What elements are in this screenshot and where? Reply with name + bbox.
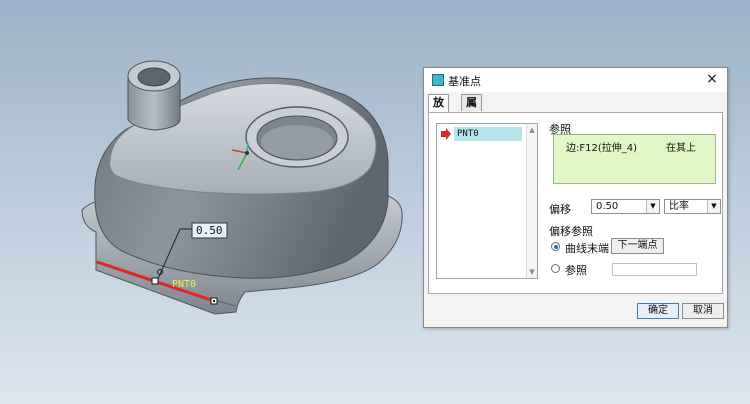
reference-constraint[interactable]: 在其上 [666, 139, 696, 154]
list-scrollbar[interactable]: ▲ ▼ [526, 124, 537, 278]
scroll-up-icon[interactable]: ▲ [528, 126, 536, 134]
offset-value-text: 0.50 [196, 224, 223, 237]
ok-button[interactable]: 确定 [637, 303, 679, 319]
chevron-down-icon[interactable]: ▼ [707, 200, 720, 213]
reference-entry[interactable]: 边:F12(拉伸_4) [566, 139, 637, 154]
datum-point-dialog: 基准点 × 放置 属性 PNT0 ▲ ▼ 参照 边:F12(拉伸_4) 在其上 … [423, 67, 728, 328]
list-item-label: PNT0 [454, 127, 522, 141]
offset-value: 0.50 [596, 201, 619, 212]
curve-end-label[interactable]: 曲线末端 [565, 240, 609, 256]
tab-properties[interactable]: 属性 [461, 94, 482, 125]
scroll-down-icon[interactable]: ▼ [528, 268, 536, 276]
dialog-titlebar[interactable]: 基准点 × [424, 68, 727, 92]
offset-value-combo[interactable]: 0.50 ▼ [591, 199, 660, 214]
datum-point-handle[interactable] [151, 277, 159, 285]
datum-point-icon [432, 74, 444, 86]
point-label[interactable]: PNT0 [172, 279, 196, 290]
datum-point-list[interactable]: PNT0 ▲ ▼ [436, 123, 538, 279]
close-button[interactable]: × [703, 70, 721, 88]
offset-value-tag[interactable]: 0.50 [191, 222, 228, 239]
next-end-button[interactable]: 下一端点 [611, 238, 664, 254]
offset-reference-label: 偏移参照 [549, 225, 593, 238]
offset-type: 比率 [669, 201, 689, 212]
reference-collector[interactable]: 边:F12(拉伸_4) 在其上 [553, 134, 716, 184]
placement-panel: PNT0 ▲ ▼ 参照 边:F12(拉伸_4) 在其上 偏移 0.50 ▼ 比率… [428, 112, 723, 294]
reference-radio[interactable] [551, 264, 560, 273]
cancel-button[interactable]: 取消 [682, 303, 724, 319]
reference-input[interactable] [612, 263, 697, 276]
curve-end-radio[interactable] [551, 242, 560, 251]
arrow-right-icon [441, 128, 451, 140]
chevron-down-icon[interactable]: ▼ [646, 200, 659, 213]
list-item[interactable]: PNT0 [440, 127, 522, 141]
offset-type-select[interactable]: 比率 ▼ [664, 199, 721, 214]
offset-label: 偏移 [549, 203, 571, 216]
dialog-title: 基准点 [448, 75, 481, 88]
tab-placement[interactable]: 放置 [428, 94, 449, 125]
reference-option-label[interactable]: 参照 [565, 262, 587, 278]
